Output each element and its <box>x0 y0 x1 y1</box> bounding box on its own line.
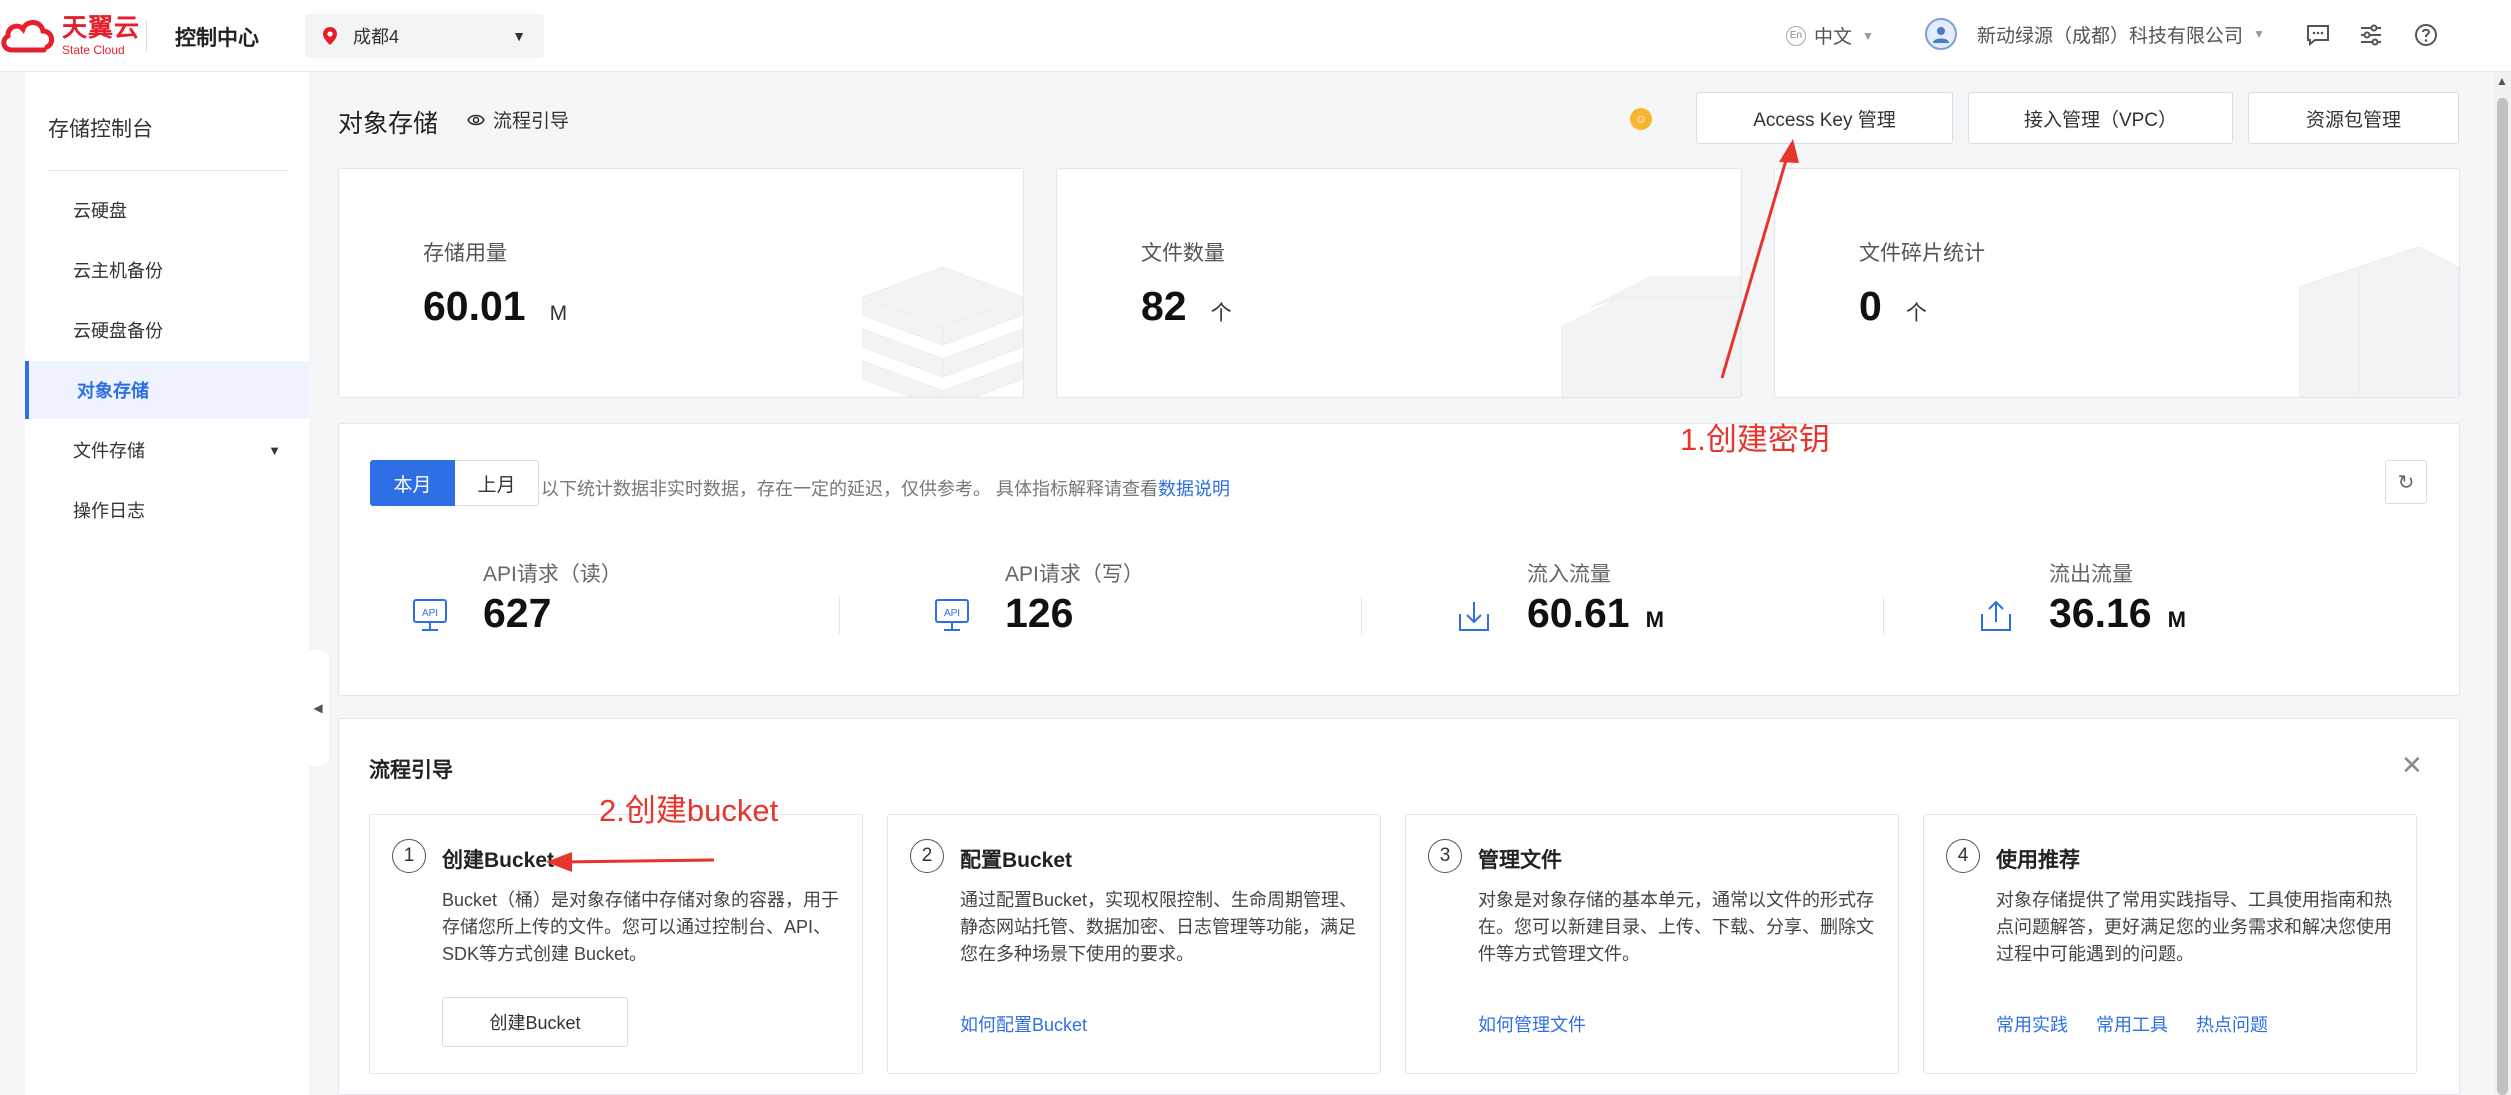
scrollbar-thumb[interactable] <box>2497 98 2508 1095</box>
annotation-create-key: 1.创建密钥 <box>1680 422 1830 457</box>
annotation-arrow-1 <box>1720 139 1799 379</box>
annotation-arrows <box>546 139 1799 872</box>
annotation-create-bucket: 2.创建bucket <box>599 793 779 828</box>
annotation-arrow-2 <box>546 852 715 872</box>
scroll-up-icon[interactable]: ▲ <box>2496 74 2508 88</box>
